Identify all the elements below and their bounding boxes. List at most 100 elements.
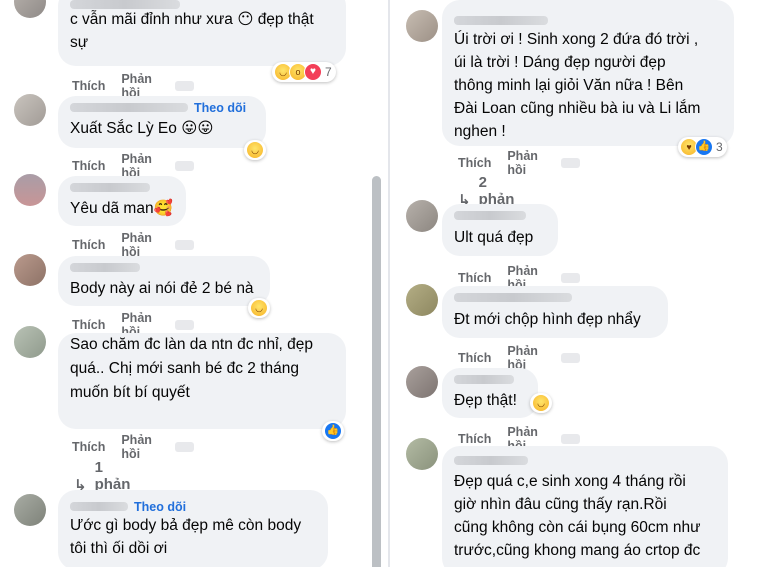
reply-link[interactable]: Phản hồi [507, 149, 545, 177]
comment-text-line: Yêu dã man🥰 [70, 200, 173, 217]
left-comments-panel: c vẫn mãi đỉnh như xưa 😶 đẹp thật sự ◡ o… [0, 0, 390, 567]
scrollbar-thumb[interactable] [372, 176, 381, 567]
comment-text-line: cũng không còn cái bụng 60cm như [454, 519, 701, 536]
comment-bubble: Đẹp quá c,e sinh xong 4 tháng rồi giờ nh… [442, 446, 728, 567]
blurred-name [70, 183, 150, 192]
comment-text-line: Sao chăm đc làn da ntn đc nhỉ, đẹp [70, 336, 313, 353]
like-link[interactable]: Thích [72, 238, 105, 252]
reaction-count: 3 [716, 140, 723, 154]
comment-text-line: thông minh lại giỏi Văn nữa ! Bên [454, 77, 684, 94]
comment-bubble: Yêu dã man🥰 [58, 176, 186, 226]
comment-text-line: Ước gì body bả đẹp mê còn body [70, 517, 302, 534]
commenter-name[interactable] [70, 181, 150, 194]
timestamp[interactable] [175, 442, 194, 452]
blurred-name [70, 263, 140, 272]
timestamp[interactable] [175, 81, 194, 91]
timestamp[interactable] [561, 434, 580, 444]
right-comments-panel: Úi trời ơi ! Sinh xong 2 đứa đó trời , ú… [390, 0, 780, 567]
avatar[interactable] [14, 94, 46, 126]
comment-text-line: Đài Loan cũng nhiều bà iu và Li lắm [454, 100, 701, 117]
avatar[interactable] [14, 494, 46, 526]
avatar[interactable] [14, 174, 46, 206]
avatar[interactable] [406, 10, 438, 42]
blurred-name [70, 103, 188, 112]
commenter-name[interactable] [454, 14, 548, 27]
blurred-name [70, 502, 128, 511]
like-link[interactable]: Thích [72, 159, 105, 173]
comment-text-line: úi là trời ! Dáng đẹp người đẹp [454, 54, 666, 71]
timestamp[interactable] [561, 158, 580, 168]
avatar[interactable] [406, 284, 438, 316]
reaction-summary[interactable]: 👍 [322, 421, 344, 441]
timestamp[interactable] [561, 353, 580, 363]
comment-bubble: Ult quá đẹp [442, 204, 558, 256]
like-link[interactable]: Thích [458, 156, 491, 170]
comment-bubble: Úi trời ơi ! Sinh xong 2 đứa đó trời , ú… [442, 0, 734, 146]
comment-actions: Thích Phản hồi [72, 433, 194, 461]
blurred-name [454, 293, 572, 302]
comment-bubble: Đẹp thật! [442, 368, 538, 418]
like-link[interactable]: Thích [72, 440, 105, 454]
avatar[interactable] [14, 254, 46, 286]
comment-bubble: Theo dõi Xuất Sắc Lỳ Eo 😛😛 [58, 96, 266, 148]
like-reaction-icon: 👍 [324, 422, 342, 440]
blurred-name [454, 375, 514, 384]
blurred-name [454, 456, 528, 465]
like-link[interactable]: Thích [72, 79, 105, 93]
like-link[interactable]: Thích [458, 351, 491, 365]
commenter-name[interactable] [454, 291, 572, 304]
timestamp[interactable] [175, 161, 194, 171]
comment-text-line: Đt mới chộp hình đẹp nhẩy [454, 311, 641, 328]
reply-link[interactable]: Phản hồi [121, 433, 159, 461]
comment-actions: Thích Phản hồi [458, 149, 580, 177]
timestamp[interactable] [175, 240, 194, 250]
like-link[interactable]: Thích [72, 318, 105, 332]
comment-text-line: Đẹp quá c,e sinh xong 4 tháng rồi [454, 473, 686, 490]
reaction-summary[interactable]: ◡ o ♥ 7 [272, 62, 336, 82]
avatar[interactable] [406, 366, 438, 398]
reaction-count: 7 [325, 65, 332, 79]
comment-bubble: Theo dõi Ước gì body bả đẹp mê còn body … [58, 490, 328, 567]
commenter-name[interactable]: Theo dõi [70, 101, 246, 115]
commenter-name[interactable] [454, 209, 526, 222]
like-link[interactable]: Thích [458, 432, 491, 446]
comment-text-line: trước,cũng khong mang áo crtop đc [454, 542, 701, 559]
reply-link[interactable]: Phản hồi [121, 231, 159, 259]
comment-text-line: c vẫn mãi đỉnh như xưa 😶 đẹp thật [70, 11, 314, 28]
comment-bubble: Body này ai nói đẻ 2 bé nà [58, 256, 270, 306]
avatar[interactable] [406, 200, 438, 232]
reaction-summary[interactable]: ♥ 👍 3 [678, 137, 727, 157]
comment-bubble: Sao chăm đc làn da ntn đc nhỉ, đẹp quá..… [58, 333, 346, 429]
reaction-summary[interactable]: ◡ [530, 393, 552, 413]
commenter-name[interactable] [454, 454, 528, 467]
follow-link[interactable]: Theo dõi [134, 500, 186, 514]
commenter-name[interactable] [454, 373, 514, 386]
timestamp[interactable] [175, 320, 194, 330]
comment-text-line: Ult quá đẹp [454, 229, 534, 246]
reaction-summary[interactable]: ◡ [248, 298, 270, 318]
comment-bubble: Đt mới chộp hình đẹp nhẩy [442, 286, 668, 338]
love-reaction-icon: ♥ [304, 63, 322, 81]
comment-text-line: Úi trời ơi ! Sinh xong 2 đứa đó trời , [454, 31, 699, 48]
follow-link[interactable]: Theo dõi [194, 101, 246, 115]
reaction-summary[interactable]: ◡ [244, 140, 266, 160]
like-link[interactable]: Thích [458, 271, 491, 285]
haha-reaction-icon: ◡ [532, 394, 550, 412]
comment-text-line: Body này ai nói đẻ 2 bé nà [70, 280, 254, 297]
commenter-name[interactable]: Theo dõi [70, 500, 186, 514]
commenter-name[interactable] [70, 261, 140, 274]
blurred-name [454, 16, 548, 25]
comment-text-line: muốn bít bí quyết [70, 384, 190, 401]
like-reaction-icon: 👍 [695, 138, 713, 156]
comment-actions: Thích Phản hồi [72, 231, 194, 259]
blurred-name [454, 211, 526, 220]
comment-text-line: tôi thì ối dồi ơi [70, 540, 168, 557]
comment-text-line: quá.. Chị mới sanh bé đc 2 tháng [70, 360, 300, 377]
timestamp[interactable] [561, 273, 580, 283]
avatar[interactable] [14, 326, 46, 358]
avatar[interactable] [14, 0, 46, 18]
comment-text-line: Xuất Sắc Lỳ Eo 😛😛 [70, 120, 214, 137]
haha-reaction-icon: ◡ [250, 299, 268, 317]
haha-reaction-icon: ◡ [246, 141, 264, 159]
avatar[interactable] [406, 438, 438, 470]
